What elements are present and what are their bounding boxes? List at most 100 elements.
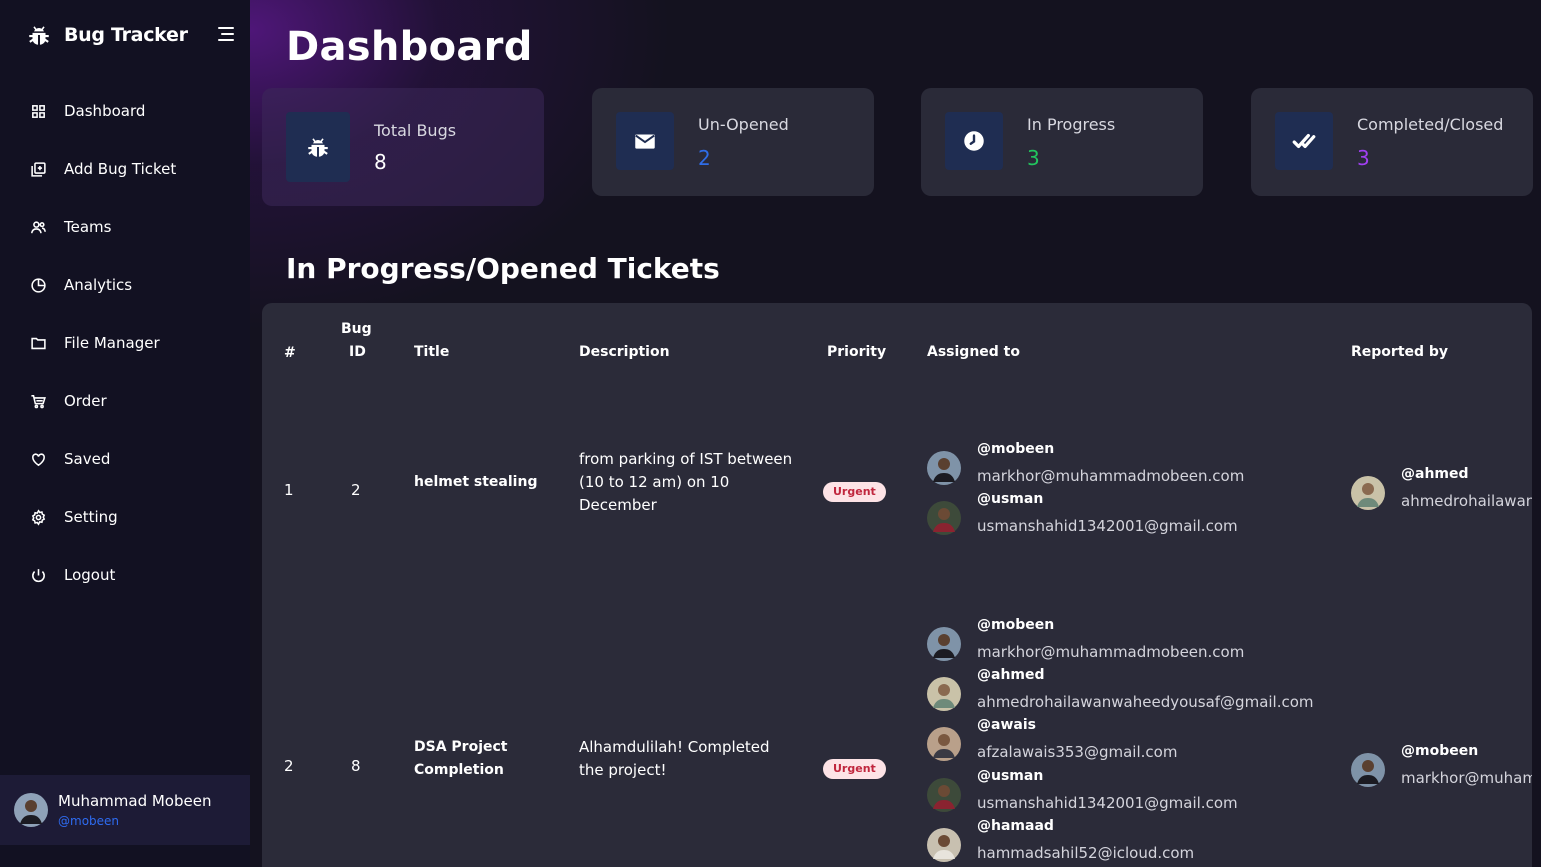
description-line: the project! xyxy=(579,761,667,779)
stat-value: 3 xyxy=(1027,146,1040,170)
description-line: December xyxy=(579,496,657,514)
description-line: (10 to 12 am) on 10 xyxy=(579,473,730,491)
user-handle: @mobeen xyxy=(58,814,120,828)
users-icon xyxy=(30,220,46,233)
power-icon xyxy=(32,568,45,582)
folder-icon xyxy=(31,337,46,349)
grid-icon xyxy=(32,104,45,118)
avatar xyxy=(927,828,961,862)
cell-title: helmet stealing xyxy=(414,474,538,490)
sidebar-item-label: Saved xyxy=(64,450,111,468)
column-header-reported-by[interactable]: Reported by xyxy=(1351,344,1448,360)
sidebar-nav: Dashboard Add Bug Ticket Teams Analytics… xyxy=(0,82,250,604)
column-header-assigned-to[interactable]: Assigned to xyxy=(927,344,1020,360)
stat-label: Un-Opened xyxy=(698,115,789,134)
assignee-email: markhor@muhammadmobeen.com xyxy=(977,643,1245,661)
column-header-bug-id-line2[interactable]: ID xyxy=(349,344,366,360)
avatar xyxy=(927,451,961,485)
stat-card-un-opened[interactable]: Un-Opened 2 xyxy=(592,88,874,196)
section-title: In Progress/Opened Tickets xyxy=(286,252,720,285)
avatar xyxy=(927,627,961,661)
avatar xyxy=(927,677,961,711)
avatar xyxy=(14,793,48,827)
sidebar-item-label: Order xyxy=(64,392,107,410)
sidebar-item-file-manager[interactable]: File Manager xyxy=(0,314,250,372)
heart-icon xyxy=(32,452,45,466)
column-header-title[interactable]: Title xyxy=(414,344,449,360)
menu-toggle-icon[interactable] xyxy=(216,27,234,43)
pie-chart-icon xyxy=(31,277,46,293)
assignee-email: afzalawais353@gmail.com xyxy=(977,743,1178,761)
user-name: Muhammad Mobeen xyxy=(58,792,212,810)
avatar xyxy=(1351,753,1385,787)
sidebar-item-analytics[interactable]: Analytics xyxy=(0,256,250,314)
envelope-icon xyxy=(635,134,655,149)
sidebar-item-logout[interactable]: Logout xyxy=(0,546,250,604)
stat-value: 3 xyxy=(1357,146,1370,170)
brand[interactable]: Bug Tracker xyxy=(26,22,188,48)
reporter-handle: @ahmed xyxy=(1401,466,1469,482)
assignee-handle: @hamaad xyxy=(977,818,1054,834)
cell-bug-id: 2 xyxy=(351,481,361,499)
user-profile[interactable]: Muhammad Mobeen @mobeen xyxy=(0,775,250,845)
sidebar-item-label: File Manager xyxy=(64,334,160,352)
bug-icon xyxy=(29,26,49,45)
stat-card-in-progress[interactable]: In Progress 3 xyxy=(921,88,1203,196)
cell-bug-id: 8 xyxy=(351,757,361,775)
sidebar: Bug Tracker Dashboard Add Bug Ticket Tea… xyxy=(0,0,250,867)
sidebar-item-label: Add Bug Ticket xyxy=(64,160,177,178)
stat-label: Completed/Closed xyxy=(1357,115,1504,134)
assignee-email: usmanshahid1342001@gmail.com xyxy=(977,794,1238,812)
sidebar-item-label: Logout xyxy=(64,566,116,584)
sidebar-item-dashboard[interactable]: Dashboard xyxy=(0,82,250,140)
stat-value: 8 xyxy=(374,150,387,174)
avatar xyxy=(927,727,961,761)
sidebar-item-setting[interactable]: Setting xyxy=(0,488,250,546)
double-check-icon xyxy=(1292,133,1316,149)
avatar xyxy=(927,778,961,812)
assignee-handle: @awais xyxy=(977,717,1036,733)
sidebar-item-teams[interactable]: Teams xyxy=(0,198,250,256)
gear-icon xyxy=(31,508,46,526)
stat-label: In Progress xyxy=(1027,115,1116,134)
assignee-handle: @mobeen xyxy=(977,617,1055,633)
sidebar-item-label: Setting xyxy=(64,508,118,526)
title-line: DSA Project xyxy=(414,739,508,755)
description-line: Alhamdulilah! Completed xyxy=(579,738,770,756)
stat-value: 2 xyxy=(698,146,711,170)
avatar xyxy=(927,501,961,535)
clock-icon xyxy=(964,131,984,151)
cell-description: Alhamdulilah! Completed the project! xyxy=(579,736,770,782)
avatar xyxy=(1351,476,1385,510)
reporter-email: ahmedrohailawanwaheedyousaf@gmail.com xyxy=(1401,492,1532,510)
cell-title: DSA Project Completion xyxy=(414,736,507,782)
column-header-description[interactable]: Description xyxy=(579,344,670,360)
reporter-handle: @mobeen xyxy=(1401,743,1479,759)
stat-label: Total Bugs xyxy=(374,121,457,140)
sidebar-item-label: Analytics xyxy=(64,276,133,294)
cell-num: 2 xyxy=(284,757,294,775)
stat-card-total-bugs[interactable]: Total Bugs 8 xyxy=(262,88,544,206)
stat-card-completed[interactable]: Completed/Closed 3 xyxy=(1251,88,1533,196)
assignee-handle: @ahmed xyxy=(977,667,1045,683)
assignee-email: usmanshahid1342001@gmail.com xyxy=(977,517,1238,535)
sidebar-item-saved[interactable]: Saved xyxy=(0,430,250,488)
sidebar-item-label: Dashboard xyxy=(64,102,146,120)
sidebar-item-order[interactable]: Order xyxy=(0,372,250,430)
page-title: Dashboard xyxy=(286,24,533,70)
cell-description: from parking of IST between (10 to 12 am… xyxy=(579,448,792,517)
add-ticket-icon xyxy=(31,161,46,177)
tickets-table: # Bug ID Title Description Priority Assi… xyxy=(262,303,1532,867)
cart-icon xyxy=(31,394,46,408)
column-header-priority[interactable]: Priority xyxy=(827,344,886,360)
column-header-bug-id-line1[interactable]: Bug xyxy=(341,321,372,337)
column-header-num[interactable]: # xyxy=(284,345,296,361)
priority-badge: Urgent xyxy=(823,759,886,779)
assignee-email: hammadsahil52@icloud.com xyxy=(977,844,1195,862)
app-title: Bug Tracker xyxy=(64,24,188,46)
sidebar-item-label: Teams xyxy=(64,218,112,236)
bug-icon xyxy=(308,138,328,157)
cell-num: 1 xyxy=(284,481,294,499)
priority-badge: Urgent xyxy=(823,482,886,502)
sidebar-item-add-bug-ticket[interactable]: Add Bug Ticket xyxy=(0,140,250,198)
